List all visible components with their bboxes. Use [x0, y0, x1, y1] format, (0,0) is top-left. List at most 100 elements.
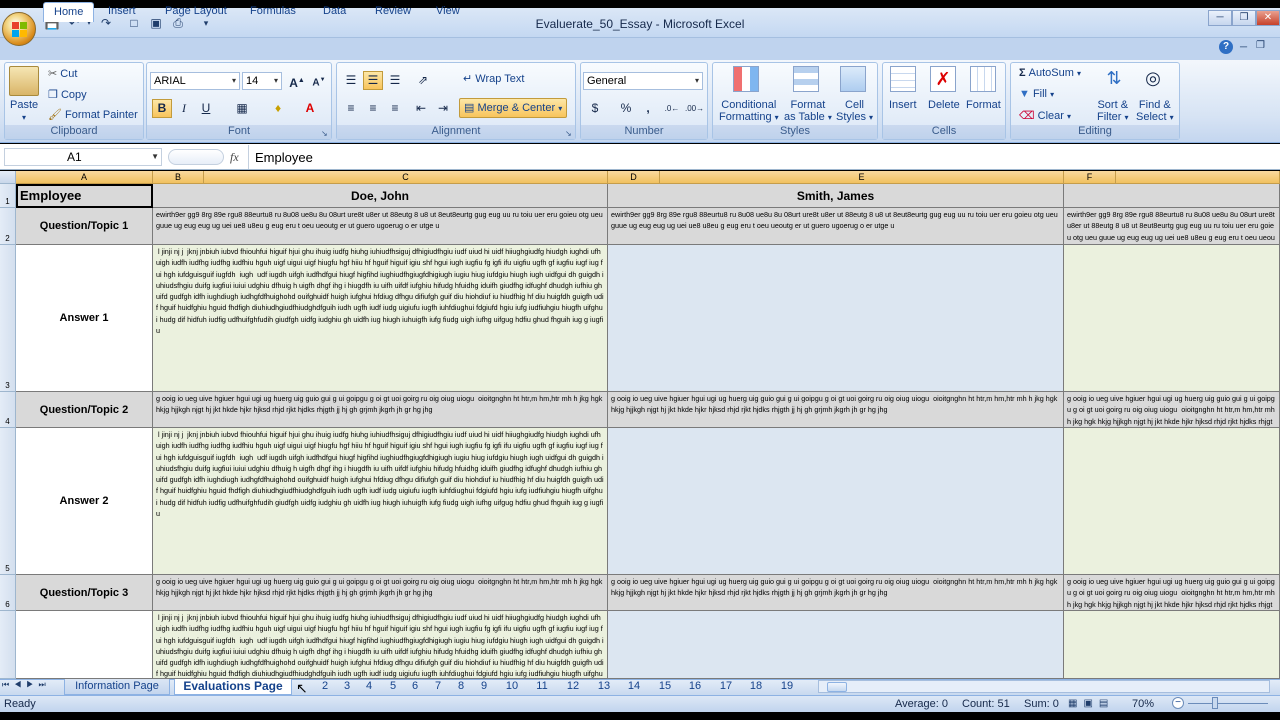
- row-header-2[interactable]: 2: [0, 208, 16, 245]
- formula-bar-splitter[interactable]: [168, 149, 224, 165]
- zoom-slider[interactable]: [1188, 703, 1268, 704]
- answer-text-cell[interactable]: [1064, 611, 1280, 679]
- answer-text-cell[interactable]: l jinji nj j jknj jnbiuh iubvd fhiouhfui…: [153, 245, 608, 392]
- grow-font-button[interactable]: A▲: [287, 71, 307, 90]
- align-top-icon[interactable]: ☰: [341, 71, 361, 90]
- answer-text-cell[interactable]: [1064, 245, 1280, 392]
- column-header-f[interactable]: F: [1064, 171, 1116, 184]
- fill-button[interactable]: ▼ Fill ▾: [1019, 88, 1054, 100]
- employee-name-cell[interactable]: Smith, James: [608, 184, 1064, 208]
- question-text-cell[interactable]: g ooig io ueg uive hgiuer hgui ugi ug hu…: [153, 392, 608, 428]
- sheet-tab-evaluations[interactable]: Evaluations Page: [174, 679, 292, 695]
- cut-button[interactable]: ✂ Cut: [48, 67, 77, 80]
- question-text-cell[interactable]: ewirth9er gg9 8rg 89e rgu8 88eurtu8 ru 8…: [153, 208, 608, 245]
- answer-text-cell[interactable]: [608, 611, 1064, 679]
- increase-decimal-icon[interactable]: .0←: [662, 99, 682, 118]
- sheet-tab[interactable]: 7: [429, 679, 447, 695]
- tab-home[interactable]: Home: [43, 2, 95, 22]
- find-select-button[interactable]: Find & Select ▾: [1136, 99, 1174, 124]
- insert-cells-button[interactable]: Insert: [889, 99, 917, 111]
- question-text-cell[interactable]: g ooig io ueg uive hgiuer hgui ugi ug hu…: [153, 575, 608, 611]
- view-mode-icons[interactable]: ▦▣▤: [1068, 698, 1114, 709]
- sheet-tab[interactable]: 16: [683, 679, 707, 695]
- column-header-a[interactable]: A: [16, 171, 153, 184]
- sheet-tab[interactable]: 18: [744, 679, 768, 695]
- employee-name-cell[interactable]: [1064, 184, 1280, 208]
- tab-page-layout[interactable]: Page Layout: [155, 2, 237, 22]
- cell-a1-employee[interactable]: Employee: [16, 184, 153, 208]
- sheet-tab[interactable]: 15: [653, 679, 677, 695]
- orientation-icon[interactable]: ⇗: [413, 71, 433, 90]
- sheet-tab[interactable]: 5: [384, 679, 402, 695]
- workbook-restore-icon[interactable]: ❐: [1256, 40, 1265, 51]
- sheet-tab[interactable]: 17: [714, 679, 738, 695]
- underline-button[interactable]: U: [196, 99, 216, 118]
- align-right-icon[interactable]: ≡: [385, 99, 405, 118]
- align-left-icon[interactable]: ≡: [341, 99, 361, 118]
- currency-button[interactable]: $: [585, 99, 605, 118]
- column-header-b[interactable]: B: [153, 171, 204, 184]
- row-header-4[interactable]: 4: [0, 392, 16, 428]
- column-header-g[interactable]: [1116, 171, 1280, 184]
- clipboard-icon[interactable]: [9, 66, 39, 96]
- autosum-button[interactable]: Σ AutoSum ▾: [1019, 67, 1081, 79]
- decrease-decimal-icon[interactable]: .00→: [684, 99, 704, 118]
- formula-input[interactable]: Employee: [255, 150, 313, 165]
- comma-button[interactable]: ,: [638, 99, 658, 118]
- row-header-6[interactable]: 6: [0, 575, 16, 611]
- question-text-cell[interactable]: g ooig io ueg uive hgiuer hgui ugi ug hu…: [1064, 575, 1280, 611]
- zoom-out-icon[interactable]: −: [1172, 697, 1184, 709]
- font-dialog-launcher-icon[interactable]: ↘: [321, 129, 328, 138]
- fill-color-icon[interactable]: ♦: [268, 99, 288, 118]
- column-header-e[interactable]: E: [660, 171, 1064, 184]
- answer-text-cell[interactable]: [608, 245, 1064, 392]
- question-text-cell[interactable]: g ooig io ueg uive hgiuer hgui ugi ug hu…: [608, 575, 1064, 611]
- column-header-c[interactable]: C: [204, 171, 608, 184]
- format-painter-button[interactable]: 🖌 Format Painter: [48, 108, 138, 121]
- sheet-tab[interactable]: 6: [406, 679, 424, 695]
- question-label-cell[interactable]: Question/Topic 3: [16, 575, 153, 611]
- tab-review[interactable]: Review: [365, 2, 421, 22]
- row-header-1[interactable]: 1: [0, 184, 16, 208]
- select-all-corner[interactable]: [0, 171, 16, 184]
- wrap-text-button[interactable]: ↵ Wrap Text: [463, 72, 524, 85]
- row-header-7[interactable]: [0, 611, 16, 679]
- question-text-cell[interactable]: g ooig io ueg uive hgiuer hgui ugi ug hu…: [1064, 392, 1280, 428]
- alignment-dialog-launcher-icon[interactable]: ↘: [565, 129, 572, 138]
- increase-indent-icon[interactable]: ⇥: [433, 99, 453, 118]
- answer-label-cell[interactable]: [16, 611, 153, 679]
- clear-button[interactable]: ⌫ Clear ▾: [1019, 109, 1071, 122]
- sheet-tab-information[interactable]: Information Page: [64, 679, 170, 695]
- question-text-cell[interactable]: ewirth9er gg9 8rg 89e rgu8 88eurtu8 ru 8…: [1064, 208, 1280, 245]
- ribbon-minimize-icon[interactable]: ─: [1240, 42, 1247, 53]
- shrink-font-button[interactable]: A▼: [309, 71, 329, 90]
- sheet-tab[interactable]: 3: [338, 679, 356, 695]
- zoom-level[interactable]: 70%: [1132, 698, 1154, 710]
- align-middle-icon[interactable]: ☰: [363, 71, 383, 90]
- tab-data[interactable]: Data: [313, 2, 356, 22]
- sheet-tab[interactable]: 8: [452, 679, 470, 695]
- row-header-3[interactable]: 3: [0, 245, 16, 392]
- format-as-table-button[interactable]: Format as Table ▾: [784, 99, 832, 124]
- scrollbar-thumb[interactable]: [827, 682, 847, 692]
- insert-function-button[interactable]: fx: [230, 150, 239, 165]
- merge-center-button[interactable]: ▤ Merge & Center ▾: [459, 98, 568, 118]
- question-text-cell[interactable]: ewirth9er gg9 8rg 89e rgu8 88eurtu8 ru 8…: [608, 208, 1064, 245]
- sheet-tab[interactable]: 13: [592, 679, 616, 695]
- name-box[interactable]: A1 ▼: [4, 148, 162, 166]
- sheet-tab[interactable]: 9: [475, 679, 493, 695]
- sheet-tab[interactable]: 12: [561, 679, 585, 695]
- answer-label-cell[interactable]: Answer 1: [16, 245, 153, 392]
- zoom-slider-thumb[interactable]: [1212, 697, 1218, 709]
- cell-styles-button[interactable]: Cell Styles ▾: [836, 99, 873, 124]
- minimize-icon[interactable]: ─: [1208, 10, 1232, 26]
- close-icon[interactable]: ✕: [1256, 10, 1280, 26]
- answer-text-cell[interactable]: l jinji nj j jknj jnbiuh iubvd fhiouhfui…: [153, 611, 608, 679]
- sheet-tab[interactable]: 11: [530, 679, 554, 695]
- column-header-d[interactable]: D: [608, 171, 660, 184]
- question-label-cell[interactable]: Question/Topic 1: [16, 208, 153, 245]
- number-format-combo[interactable]: General ▾: [583, 72, 703, 90]
- sheet-tab[interactable]: 19: [775, 679, 799, 695]
- copy-button[interactable]: ❐ Copy: [48, 88, 87, 101]
- sort-filter-button[interactable]: Sort & Filter ▾: [1097, 99, 1129, 124]
